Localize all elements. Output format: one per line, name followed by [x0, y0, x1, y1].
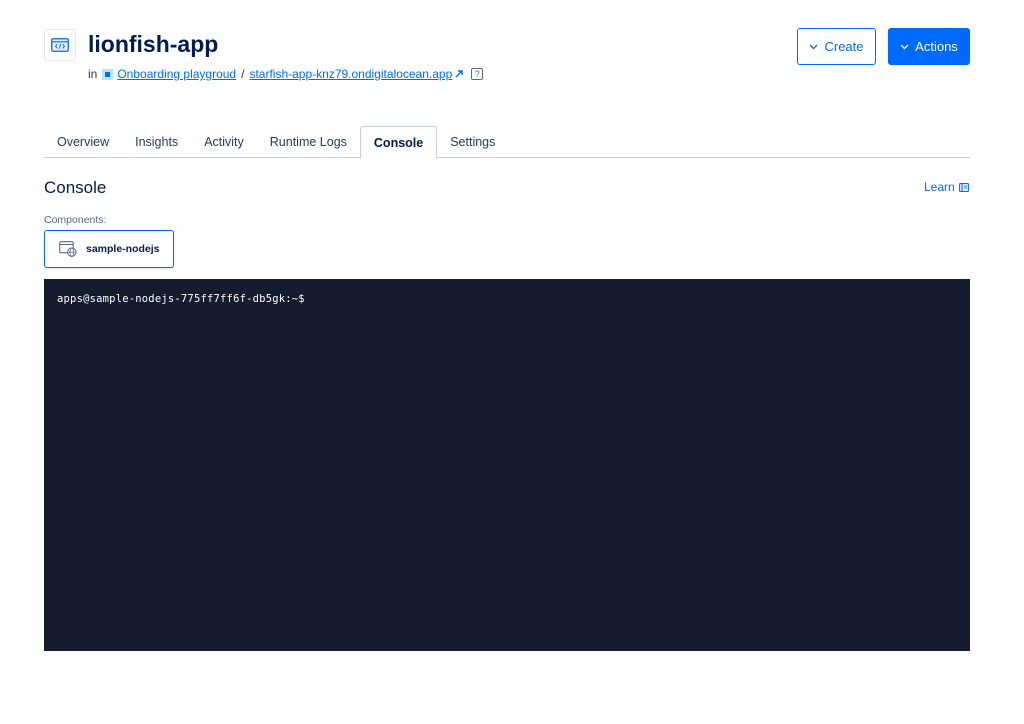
tab-settings[interactable]: Settings	[437, 126, 508, 158]
chevron-down-icon	[810, 44, 818, 49]
tab-console[interactable]: Console	[359, 126, 438, 159]
project-link[interactable]: Onboarding playgroud	[117, 67, 236, 81]
project-icon	[102, 68, 114, 80]
learn-link-label: Learn	[924, 180, 955, 194]
create-button-label: Create	[824, 39, 864, 54]
learn-link[interactable]: Learn	[924, 180, 969, 194]
in-label: in	[88, 67, 98, 81]
terminal[interactable]: apps@sample-nodejs-775ff7ff6f-db5gk:~$	[44, 279, 970, 651]
chevron-down-icon	[900, 44, 909, 49]
help-icon[interactable]: ?	[471, 68, 484, 80]
actions-button-label: Actions	[915, 39, 958, 54]
tab-bar: Overview Insights Activity Runtime Logs …	[44, 126, 970, 159]
component-name: sample-nodejs	[86, 243, 160, 255]
components-label: Components:	[44, 214, 107, 226]
create-button[interactable]: Create	[797, 28, 876, 65]
section-title: Console	[44, 178, 107, 197]
component-selector-sample-nodejs[interactable]: sample-nodejs	[44, 230, 174, 268]
tab-runtime-logs[interactable]: Runtime Logs	[257, 126, 360, 158]
terminal-prompt: apps@sample-nodejs-775ff7ff6f-db5gk:~$	[57, 293, 305, 305]
app-icon	[44, 29, 76, 61]
code-window-icon	[51, 38, 69, 52]
book-icon	[958, 182, 969, 192]
page-title: lionfish-app	[88, 31, 219, 57]
breadcrumb: in Onboarding playgroud / starfish-app-k…	[88, 67, 484, 81]
web-service-icon	[59, 241, 77, 257]
tab-insights[interactable]: Insights	[122, 126, 191, 158]
app-url-link[interactable]: starfish-app-knz79.ondigitalocean.app	[249, 67, 452, 81]
tab-overview[interactable]: Overview	[44, 126, 122, 158]
external-link-icon[interactable]	[455, 70, 463, 78]
breadcrumb-separator: /	[241, 67, 245, 81]
tab-activity[interactable]: Activity	[191, 126, 257, 158]
actions-button[interactable]: Actions	[888, 28, 970, 65]
